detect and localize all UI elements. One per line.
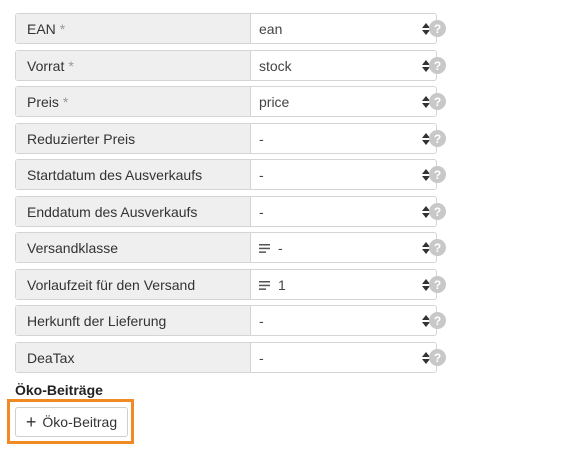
required-marker: * [68,57,74,74]
help-icon[interactable]: ? [429,20,446,37]
field-row: Enddatum des Ausverkaufs - [15,196,437,227]
field-select[interactable]: stock [251,51,436,80]
help-icon[interactable]: ? [429,130,446,147]
field-select[interactable]: - [251,124,436,153]
help-icon[interactable]: ? [429,203,446,220]
list-icon [259,240,271,256]
field-select[interactable]: - [251,343,436,372]
field-label-text: Startdatum des Ausverkaufs [27,166,203,183]
help-icon[interactable]: ? [429,276,446,293]
field-row: Vorlaufzeit für den Versand 1 [15,269,437,300]
required-marker: * [62,93,69,110]
field-row: Herkunft der Lieferung - [15,305,437,336]
field-label-text: EAN [27,20,56,37]
field-row: DeaTax - [15,342,437,373]
field-select-value: price [259,93,290,110]
required-marker: * [59,20,66,37]
field-label: Reduzierter Preis [16,124,251,153]
field-select-value: - [278,239,283,256]
plus-icon: + [25,412,37,432]
field-label-text: Preis [27,93,59,110]
field-label-text: Reduzierter Preis [27,130,136,147]
field-label: DeaTax [16,343,251,372]
field-label: Vorrat * [16,51,251,80]
field-select[interactable]: 1 [251,270,436,299]
field-label: Vorlaufzeit für den Versand [16,270,251,299]
field-select[interactable]: - [251,306,436,335]
eco-contributions-title: Öko-Beiträge [15,382,103,398]
field-select[interactable]: - [251,160,436,189]
help-icon[interactable]: ? [429,57,446,74]
field-select-value: - [259,203,264,220]
field-select-value: stock [259,57,292,74]
field-row: Preis * price [15,86,437,117]
list-icon [259,277,271,293]
field-row: Versandklasse - [15,232,437,263]
field-label: EAN * [16,14,251,43]
field-label-text: DeaTax [27,349,75,366]
field-label-text: Versandklasse [27,239,119,256]
field-label-text: Enddatum des Ausverkaufs [27,203,198,220]
field-select-value: - [259,312,264,329]
field-select[interactable]: ean [251,14,436,43]
help-icon[interactable]: ? [429,349,446,366]
field-select-value: - [259,130,264,147]
field-select-value: - [259,349,264,366]
field-label-text: Vorrat [27,57,65,74]
field-label: Versandklasse [16,233,251,262]
field-label-text: Vorlaufzeit für den Versand [27,276,196,293]
field-label: Preis * [16,87,251,116]
field-select-value: 1 [278,276,286,293]
field-row: Startdatum des Ausverkaufs - [15,159,437,190]
help-icon[interactable]: ? [429,239,446,256]
field-label: Enddatum des Ausverkaufs [16,197,251,226]
field-select[interactable]: - [251,197,436,226]
add-eco-contribution-button[interactable]: + Öko-Beitrag [15,407,128,437]
field-select-value: - [259,166,264,183]
field-label: Startdatum des Ausverkaufs [16,160,251,189]
help-icon[interactable]: ? [429,312,446,329]
help-icon[interactable]: ? [429,93,446,110]
field-row: EAN * ean [15,13,437,44]
help-icon[interactable]: ? [429,166,446,183]
field-row: Vorrat * stock [15,50,437,81]
field-label-text: Herkunft der Lieferung [27,312,167,329]
field-select[interactable]: - [251,233,436,262]
field-select[interactable]: price [251,87,436,116]
field-select-value: ean [259,20,283,37]
field-label: Herkunft der Lieferung [16,306,251,335]
field-row: Reduzierter Preis - [15,123,437,154]
add-eco-contribution-label: Öko-Beitrag [42,414,118,430]
